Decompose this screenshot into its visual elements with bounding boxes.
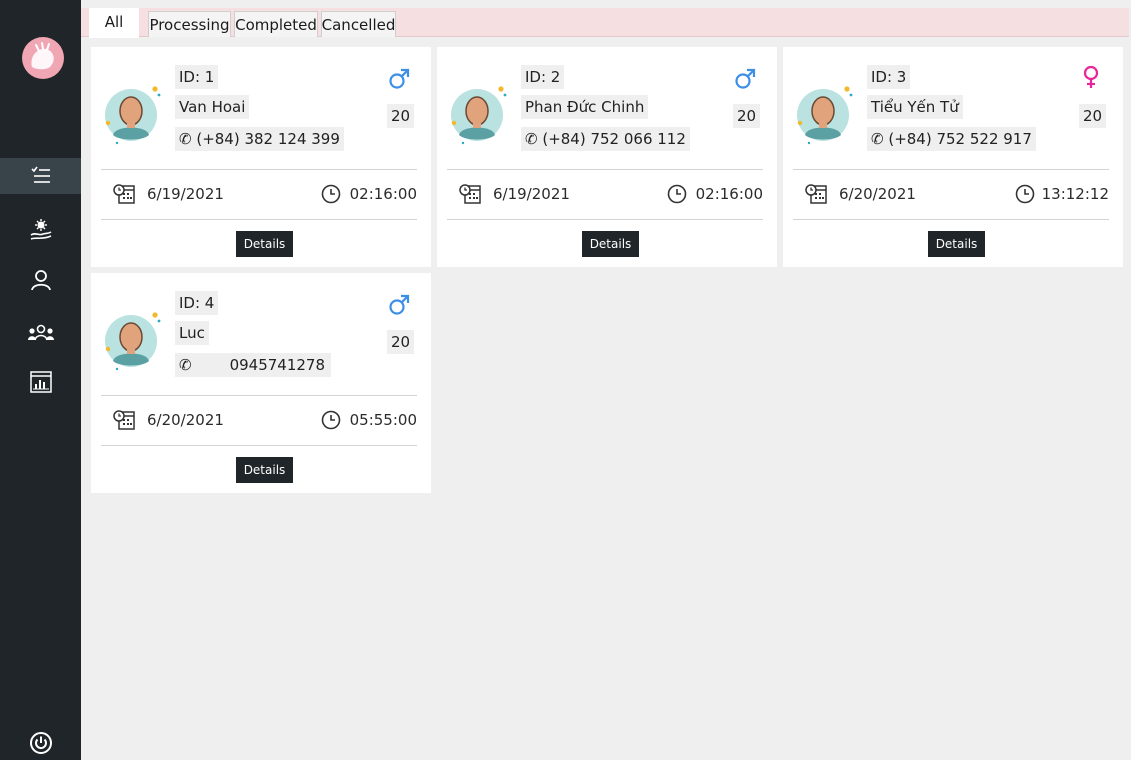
card-phone-number: 0945741278 — [229, 356, 325, 374]
calendar-clock-icon — [459, 184, 481, 204]
sidebar — [0, 0, 81, 760]
patient-card: ID: 3 Tiểu Yến Tử ✆ (+84) 752 522 917 20… — [783, 47, 1123, 267]
nav-hand-virus[interactable] — [0, 212, 81, 248]
divider — [793, 219, 1109, 220]
phone-icon: ✆ — [179, 356, 192, 374]
users-group-icon — [27, 324, 54, 341]
tab-completed[interactable]: Completed — [234, 11, 318, 37]
phone-icon: ✆ — [525, 130, 543, 148]
details-button[interactable]: Details — [582, 231, 639, 257]
card-time: 02:16:00 — [349, 185, 417, 203]
hand-logo-icon — [31, 42, 54, 70]
card-age: 20 — [387, 330, 415, 354]
card-name: Van Hoai — [175, 95, 250, 119]
divider — [101, 169, 417, 170]
avatar-icon — [105, 312, 161, 371]
tab-all[interactable]: All — [89, 8, 139, 38]
divider — [101, 445, 417, 446]
avatar-icon — [105, 86, 161, 145]
clock-icon — [321, 184, 341, 204]
card-phone: ✆ 0945741278 — [175, 353, 331, 377]
calendar-clock-icon — [113, 410, 135, 430]
nav-users-group[interactable] — [0, 315, 81, 351]
card-phone: ✆ (+84) 382 124 399 — [175, 127, 344, 151]
card-date: 6/19/2021 — [493, 185, 570, 203]
power-icon — [30, 732, 52, 754]
tab-cancelled[interactable]: Cancelled — [321, 11, 396, 37]
nav-chart-board[interactable] — [0, 364, 81, 400]
patient-card: ID: 4 Luc ✆ 0945741278 20 6/20/2021 05:55… — [91, 273, 431, 493]
checklist-icon — [30, 166, 50, 183]
card-phone: ✆ (+84) 752 522 917 — [867, 127, 1036, 151]
male-icon — [389, 294, 410, 315]
card-phone-number: (+84) 752 066 112 — [542, 130, 686, 148]
male-icon — [735, 68, 756, 89]
card-date: 6/19/2021 — [147, 185, 224, 203]
card-time: 02:16:00 — [695, 185, 763, 203]
card-id: ID: 2 — [521, 65, 565, 89]
avatar-icon — [797, 86, 853, 145]
details-button[interactable]: Details — [236, 231, 293, 257]
card-phone-number: (+84) 752 522 917 — [888, 130, 1032, 148]
card-date: 6/20/2021 — [147, 411, 224, 429]
divider — [447, 219, 763, 220]
card-id: ID: 3 — [867, 65, 911, 89]
nav-checklist[interactable] — [0, 158, 81, 194]
hand-virus-icon — [30, 219, 51, 240]
calendar-clock-icon — [805, 184, 827, 204]
tab-bar: All Processing Completed Cancelled — [81, 8, 1129, 38]
patient-card: ID: 1 Van Hoai ✆ (+84) 382 124 399 20 6/… — [91, 47, 431, 267]
card-name: Luc — [175, 321, 209, 345]
card-name: Tiểu Yến Tử — [867, 95, 963, 119]
divider — [101, 219, 417, 220]
card-phone-number: (+84) 382 124 399 — [196, 130, 340, 148]
card-phone: ✆ (+84) 752 066 112 — [521, 127, 690, 151]
divider — [101, 395, 417, 396]
phone-icon: ✆ — [871, 130, 889, 148]
calendar-clock-icon — [113, 184, 135, 204]
card-age: 20 — [387, 104, 415, 128]
divider — [793, 169, 1109, 170]
card-age: 20 — [733, 104, 761, 128]
card-time: 13:12:12 — [1041, 185, 1109, 203]
card-id: ID: 1 — [175, 65, 219, 89]
details-button[interactable]: Details — [928, 231, 985, 257]
card-time: 05:55:00 — [349, 411, 417, 429]
nav-user[interactable] — [0, 262, 81, 298]
app-logo[interactable] — [22, 37, 64, 79]
chart-board-icon — [29, 371, 52, 393]
card-name: Phan Đức Chinh — [521, 95, 649, 119]
clock-icon — [667, 184, 687, 204]
male-icon — [389, 68, 410, 89]
card-age: 20 — [1079, 104, 1107, 128]
card-date: 6/20/2021 — [839, 185, 916, 203]
main-content: All Processing Completed Cancelled ID: 1… — [81, 0, 1131, 760]
avatar-icon — [451, 86, 507, 145]
clock-icon — [321, 410, 341, 430]
details-button[interactable]: Details — [236, 457, 293, 483]
card-id: ID: 4 — [175, 291, 219, 315]
female-icon — [1083, 65, 1099, 88]
tab-processing[interactable]: Processing — [148, 11, 231, 37]
phone-icon: ✆ — [179, 130, 197, 148]
patient-card: ID: 2 Phan Đức Chinh ✆ (+84) 752 066 112… — [437, 47, 777, 267]
divider — [447, 169, 763, 170]
clock-icon — [1015, 184, 1035, 204]
user-icon — [30, 270, 51, 291]
power-button[interactable] — [29, 731, 53, 755]
